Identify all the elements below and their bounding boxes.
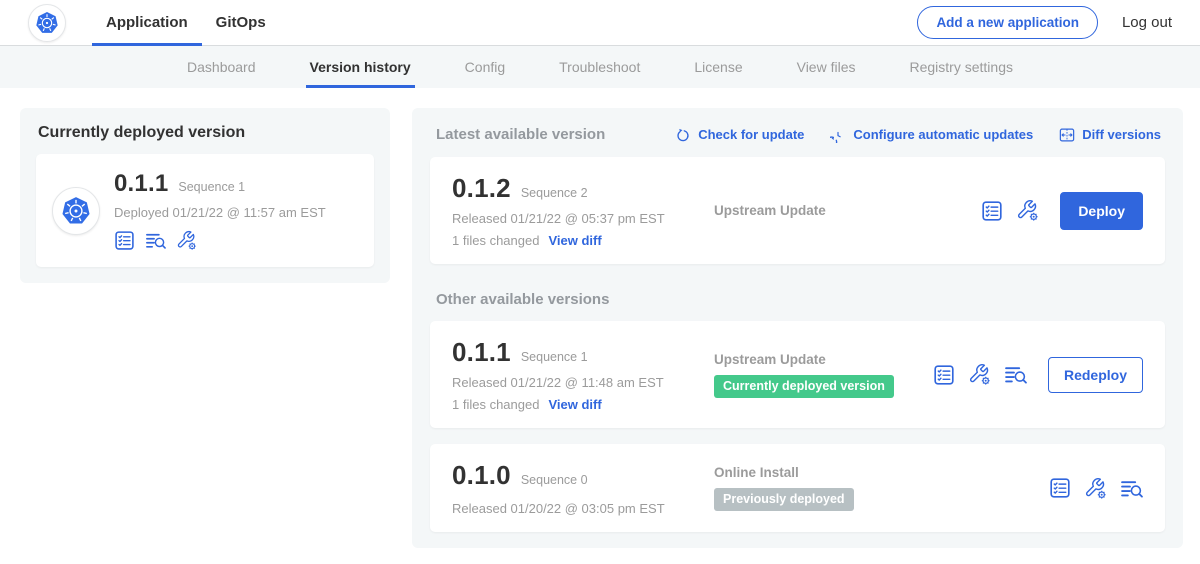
- subnav-tab-label: License: [694, 59, 742, 75]
- subnav-tab-label: Dashboard: [187, 59, 256, 75]
- subnav-tab-label: View files: [797, 59, 856, 75]
- deploy-button[interactable]: Deploy: [1060, 192, 1143, 230]
- schedule-update-icon: [830, 127, 846, 143]
- diff-versions-link[interactable]: Diff versions: [1059, 127, 1161, 143]
- release-notes-icon[interactable]: [981, 200, 1003, 222]
- version-number: 0.1.2: [452, 173, 511, 204]
- view-logs-icon[interactable]: [1120, 478, 1143, 499]
- version-row-0-1-0: 0.1.0 Sequence 0 Released 01/20/22 @ 03:…: [430, 444, 1165, 532]
- version-source-label: Upstream Update: [714, 203, 969, 218]
- released-date: Released 01/20/22 @ 03:05 pm EST: [452, 501, 714, 516]
- version-history-panel: Latest available version Check for updat…: [412, 108, 1183, 548]
- subnav-tab-label: Registry settings: [910, 59, 1013, 75]
- diff-versions-label: Diff versions: [1082, 127, 1161, 142]
- edit-config-icon[interactable]: [1084, 477, 1107, 500]
- subnav-tab-version-history[interactable]: Version history: [310, 46, 411, 88]
- sequence-label: Sequence 2: [521, 186, 588, 200]
- configure-automatic-updates-label: Configure automatic updates: [853, 127, 1033, 142]
- tab-gitops-label: GitOps: [216, 14, 266, 31]
- version-number: 0.1.1: [452, 337, 511, 368]
- edit-config-icon[interactable]: [1016, 199, 1039, 222]
- sequence-label: Sequence 0: [521, 473, 588, 487]
- currently-deployed-title: Currently deployed version: [38, 124, 372, 142]
- deployed-version-number: 0.1.1: [114, 170, 168, 198]
- check-for-update-link[interactable]: Check for update: [675, 127, 804, 143]
- app-header: Application GitOps Add a new application…: [0, 0, 1200, 46]
- version-row-0-1-1: 0.1.1 Sequence 1 Released 01/21/22 @ 11:…: [430, 321, 1165, 428]
- other-versions-title: Other available versions: [436, 291, 1161, 308]
- tab-application[interactable]: Application: [92, 0, 202, 45]
- sequence-label: Sequence 1: [521, 350, 588, 364]
- kubernetes-logo: [28, 4, 66, 42]
- check-for-update-label: Check for update: [698, 127, 804, 142]
- tab-gitops[interactable]: GitOps: [202, 0, 280, 45]
- logout-button[interactable]: Log out: [1122, 14, 1172, 31]
- view-diff-link[interactable]: View diff: [548, 233, 601, 248]
- currently-deployed-card: Currently deployed version 0.1.1 Sequenc…: [20, 108, 390, 283]
- subnav-tab-label: Config: [465, 59, 505, 75]
- release-notes-icon[interactable]: [1049, 477, 1071, 499]
- release-notes-icon[interactable]: [114, 230, 135, 251]
- released-date: Released 01/21/22 @ 05:37 pm EST: [452, 211, 714, 226]
- subnav-tab-license[interactable]: License: [694, 46, 742, 88]
- previously-deployed-badge: Previously deployed: [714, 488, 854, 511]
- tab-application-label: Application: [106, 14, 188, 31]
- subnav-tab-label: Version history: [310, 59, 411, 75]
- refresh-icon: [675, 127, 691, 143]
- version-source-label: Upstream Update: [714, 352, 921, 367]
- subnav-tab-config[interactable]: Config: [465, 46, 505, 88]
- files-changed-label: 1 files changed: [452, 233, 539, 248]
- configure-automatic-updates-link[interactable]: Configure automatic updates: [830, 127, 1033, 143]
- currently-deployed-badge: Currently deployed version: [714, 375, 894, 398]
- add-application-button[interactable]: Add a new application: [917, 6, 1098, 39]
- deployed-version-card: 0.1.1 Sequence 1 Deployed 01/21/22 @ 11:…: [36, 154, 374, 267]
- subnav-tab-dashboard[interactable]: Dashboard: [187, 46, 256, 88]
- subnav-tab-troubleshoot[interactable]: Troubleshoot: [559, 46, 640, 88]
- diff-icon: [1059, 127, 1075, 143]
- edit-config-icon[interactable]: [176, 230, 197, 251]
- release-notes-icon[interactable]: [933, 364, 955, 386]
- subnav-tab-registry-settings[interactable]: Registry settings: [910, 46, 1013, 88]
- view-diff-link[interactable]: View diff: [548, 397, 601, 412]
- version-number: 0.1.0: [452, 460, 511, 491]
- main-content: Currently deployed version 0.1.1 Sequenc…: [0, 88, 1200, 548]
- files-changed-label: 1 files changed: [452, 397, 539, 412]
- edit-config-icon[interactable]: [968, 363, 991, 386]
- deployed-date: Deployed 01/21/22 @ 11:57 am EST: [114, 205, 326, 220]
- subnav-tab-label: Troubleshoot: [559, 59, 640, 75]
- redeploy-button[interactable]: Redeploy: [1048, 357, 1143, 393]
- app-logo: [52, 187, 100, 235]
- released-date: Released 01/21/22 @ 11:48 am EST: [452, 375, 714, 390]
- version-row-0-1-2: 0.1.2 Sequence 2 Released 01/21/22 @ 05:…: [430, 157, 1165, 264]
- app-subnav: Dashboard Version history Config Trouble…: [0, 46, 1200, 88]
- view-logs-icon[interactable]: [145, 230, 166, 251]
- subnav-tab-view-files[interactable]: View files: [797, 46, 856, 88]
- view-logs-icon[interactable]: [1004, 364, 1027, 385]
- version-source-label: Online Install: [714, 465, 1037, 480]
- header-tabs: Application GitOps: [92, 0, 280, 45]
- latest-version-title: Latest available version: [436, 126, 605, 143]
- deployed-sequence-label: Sequence 1: [178, 180, 245, 194]
